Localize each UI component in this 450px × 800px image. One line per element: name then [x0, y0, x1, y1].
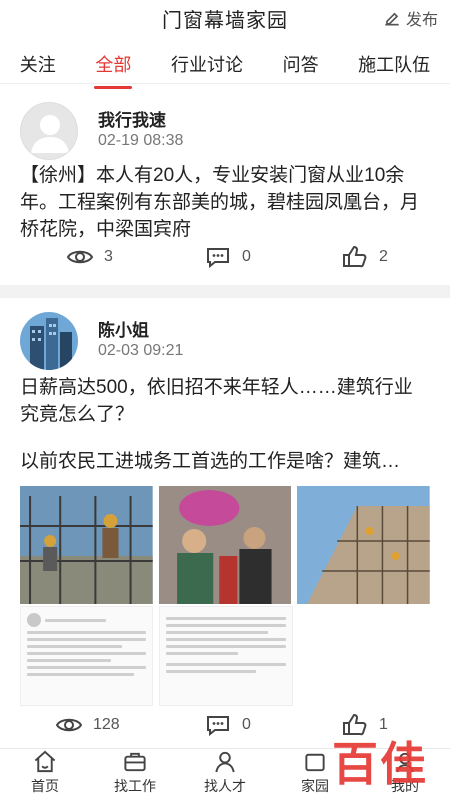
comment-button[interactable]: 0 — [204, 245, 251, 269]
nav-home[interactable]: 首页 — [0, 749, 90, 800]
construction-workers-image — [20, 486, 153, 604]
eye-icon — [55, 718, 83, 732]
tab-bar: 关注 全部 行业讨论 问答 施工队伍 — [0, 44, 450, 84]
comment-count-value: 0 — [242, 716, 251, 733]
post-content[interactable]: 【徐州】本人有20人，专业安装门窗从业10余年。工程案例有东部美的城，碧桂园凤凰… — [20, 162, 430, 243]
tab-qa[interactable]: 问答 — [281, 47, 321, 81]
building-scaffold-image — [297, 486, 431, 604]
nav-label: 首页 — [31, 778, 59, 794]
post-image-grid — [20, 606, 430, 706]
post-image-grid — [20, 486, 431, 604]
watermark-logo: 百佳 — [332, 737, 428, 791]
post-image[interactable] — [20, 486, 153, 604]
post-image[interactable] — [297, 486, 431, 604]
publish-button[interactable]: 发布 — [382, 6, 438, 30]
post-divider — [0, 285, 450, 298]
post-stats: 3 0 2 — [0, 245, 450, 275]
community-icon — [305, 753, 325, 772]
post-image[interactable] — [159, 606, 293, 706]
migrant-workers-image — [158, 486, 292, 604]
avatar[interactable] — [20, 312, 78, 370]
like-button[interactable]: 2 — [341, 245, 388, 269]
nav-find-job[interactable]: 找工作 — [90, 749, 180, 800]
tab-construction-teams[interactable]: 施工队伍 — [356, 47, 432, 81]
tab-industry-discussion[interactable]: 行业讨论 — [169, 47, 245, 81]
publish-label: 发布 — [405, 12, 438, 29]
post-content-line: 日薪高达500，依旧招不来年轻人……建筑行业究竟怎么了？ — [20, 377, 413, 425]
post-image[interactable] — [158, 486, 292, 604]
comment-icon — [207, 716, 229, 737]
nav-label: 找人才 — [204, 778, 246, 794]
post-image[interactable] — [20, 606, 154, 706]
post-time: 02-03 09:21 — [98, 342, 184, 359]
tab-all[interactable]: 全部 — [93, 47, 133, 81]
app-header: 门窗幕墙家园 发布 — [0, 0, 450, 38]
post-content-line: 以前农民工进城务工首选的工作是啥？建筑… — [20, 451, 401, 472]
nav-find-talent[interactable]: 找人才 — [180, 749, 270, 800]
thumbs-up-icon — [343, 245, 367, 268]
view-count-value: 128 — [93, 716, 120, 733]
post-card[interactable]: 陈小姐 02-03 09:21 日薪高达500，依旧招不来年轻人……建筑行业究竟… — [0, 298, 450, 750]
post-author[interactable]: 陈小姐 — [98, 316, 149, 341]
default-avatar-icon — [31, 115, 69, 153]
comment-button[interactable]: 0 — [204, 713, 251, 737]
view-count-value: 3 — [104, 248, 113, 265]
post-image[interactable] — [298, 606, 430, 706]
home-icon — [34, 750, 56, 773]
view-count: 3 — [66, 245, 113, 269]
comment-icon — [207, 248, 229, 269]
post-author[interactable]: 我行我速 — [98, 106, 166, 131]
eye-icon — [66, 250, 94, 264]
edit-icon — [385, 12, 399, 26]
comment-count-value: 0 — [242, 248, 251, 265]
tab-follow[interactable]: 关注 — [18, 47, 58, 81]
nav-label: 找工作 — [114, 778, 156, 794]
like-count-value: 2 — [379, 248, 388, 265]
post-time: 02-19 08:38 — [98, 132, 184, 149]
building-avatar-image — [20, 312, 78, 370]
post-card[interactable]: 我行我速 02-19 08:38 【徐州】本人有20人，专业安装门窗从业10余年… — [0, 88, 450, 285]
post-content[interactable]: 日薪高达500，依旧招不来年轻人……建筑行业究竟怎么了？ 以前农民工进城务工首选… — [20, 374, 430, 475]
person-icon — [215, 751, 235, 773]
nav-label: 家园 — [301, 778, 329, 794]
briefcase-icon — [124, 752, 146, 772]
avatar[interactable] — [20, 102, 78, 160]
view-count: 128 — [55, 713, 120, 737]
